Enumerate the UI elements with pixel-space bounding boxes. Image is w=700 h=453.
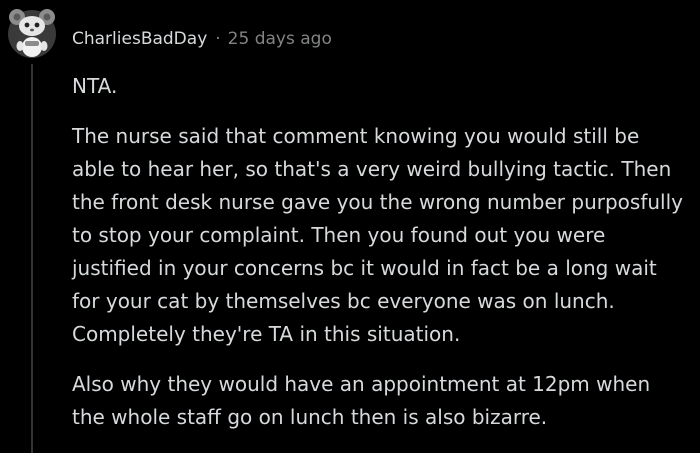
thread-line[interactable] xyxy=(31,64,33,453)
comment: CharliesBadDay · 25 days ago NTA. The nu… xyxy=(0,0,700,453)
comment-meta: CharliesBadDay · 25 days ago xyxy=(72,26,332,52)
comment-paragraph: The nurse said that comment knowing you … xyxy=(72,124,683,346)
snoo-avatar-icon[interactable] xyxy=(6,4,58,60)
separator-dot: · xyxy=(215,29,221,49)
comment-paragraph: NTA. xyxy=(72,74,118,98)
comment-timestamp[interactable]: 25 days ago xyxy=(228,29,332,49)
comment-paragraph: Also why they would have an appointment … xyxy=(72,372,651,429)
author-username[interactable]: CharliesBadDay xyxy=(72,29,207,49)
comment-body: NTA. The nurse said that comment knowing… xyxy=(72,70,684,451)
